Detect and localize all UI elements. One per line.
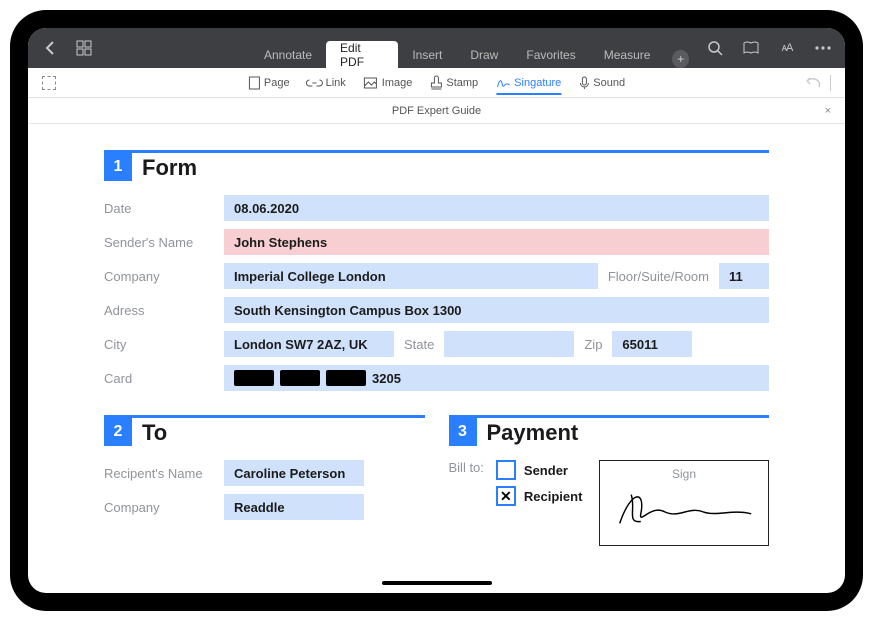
home-indicator[interactable] (382, 581, 492, 585)
tab-insert[interactable]: Insert (398, 42, 456, 68)
tool-label: Image (382, 77, 413, 89)
label-card: Card (104, 371, 224, 386)
field-sender[interactable]: John Stephens (224, 229, 769, 255)
card-mask (234, 370, 274, 386)
close-icon[interactable]: × (825, 105, 831, 117)
search-icon[interactable] (707, 40, 723, 56)
label-city: City (104, 337, 224, 352)
reader-icon[interactable] (743, 40, 759, 56)
more-icon[interactable] (815, 40, 831, 56)
section-number: 2 (104, 418, 132, 446)
tool-link[interactable]: Link (308, 77, 346, 89)
label-recipient-name: Recipent's Name (104, 466, 224, 481)
tab-favorites[interactable]: Favorites (512, 42, 589, 68)
tool-label: Link (326, 77, 346, 89)
label-recipient-company: Company (104, 500, 224, 515)
tool-sound[interactable]: Sound (579, 76, 625, 90)
tab-measure[interactable]: Measure (590, 42, 665, 68)
card-last4: 3205 (372, 371, 401, 386)
tool-label: Sound (593, 77, 625, 89)
field-date[interactable]: 08.06.2020 (224, 195, 769, 221)
tool-label: Stamp (446, 77, 478, 89)
label-billto: Bill to: (449, 460, 484, 504)
section-to-header: 2 To (104, 415, 425, 446)
label-company: Company (104, 269, 224, 284)
tool-page[interactable]: Page (248, 76, 290, 90)
document-title: PDF Expert Guide (392, 105, 481, 117)
label-floor: Floor/Suite/Room (598, 269, 719, 284)
tool-label: Singature (514, 77, 561, 89)
back-icon[interactable] (42, 40, 58, 56)
section-payment-header: 3 Payment (449, 415, 770, 446)
field-company[interactable]: Imperial College London (224, 263, 598, 289)
checkbox-label-sender: Sender (524, 463, 568, 478)
tab-draw[interactable]: Draw (456, 42, 512, 68)
main-tabs: Annotate Edit PDF Insert Draw Favorites … (250, 28, 689, 68)
field-state[interactable] (444, 331, 574, 357)
signature-label: Sign (610, 467, 758, 481)
field-city[interactable]: London SW7 2AZ, UK (224, 331, 394, 357)
field-zip[interactable]: 65011 (612, 331, 692, 357)
text-size-icon[interactable]: ᴀA (779, 40, 795, 56)
signature-icon (610, 485, 758, 533)
section-number: 1 (104, 153, 132, 181)
tablet-frame: Annotate Edit PDF Insert Draw Favorites … (10, 10, 863, 611)
label-zip: Zip (574, 337, 612, 352)
checkbox-label-recipient: Recipient (524, 489, 583, 504)
tool-label: Page (264, 77, 290, 89)
tab-edit-pdf[interactable]: Edit PDF (326, 41, 398, 69)
section-form-header: 1 Form (104, 150, 769, 181)
checkbox-sender[interactable] (496, 460, 516, 480)
tab-annotate[interactable]: Annotate (250, 42, 326, 68)
label-address: Adress (104, 303, 224, 318)
label-date: Date (104, 201, 224, 216)
undo-icon[interactable] (804, 75, 820, 91)
field-recipient-name[interactable]: Caroline Peterson (224, 460, 364, 486)
card-mask (280, 370, 320, 386)
document-page: 1 Form Date 08.06.2020 Sender's Name Joh… (28, 124, 845, 593)
label-state: State (394, 337, 444, 352)
field-address[interactable]: South Kensington Campus Box 1300 (224, 297, 769, 323)
section-title: Form (132, 155, 197, 181)
field-floor[interactable]: 11 (719, 263, 769, 289)
field-recipient-company[interactable]: Readdle (224, 494, 364, 520)
screen: Annotate Edit PDF Insert Draw Favorites … (28, 28, 845, 593)
section-title: Payment (477, 420, 579, 446)
checkbox-recipient[interactable] (496, 486, 516, 506)
tool-image[interactable]: Image (364, 77, 413, 89)
document-tab: PDF Expert Guide × (28, 98, 845, 124)
tool-signature[interactable]: Singature (496, 77, 561, 95)
toolbar-divider (830, 75, 831, 91)
section-number: 3 (449, 418, 477, 446)
top-bar: Annotate Edit PDF Insert Draw Favorites … (28, 28, 845, 68)
label-sender: Sender's Name (104, 235, 224, 250)
signature-box[interactable]: Sign (599, 460, 769, 546)
thumbnails-icon[interactable] (76, 40, 92, 56)
field-card[interactable]: 3205 (224, 365, 769, 391)
section-title: To (132, 420, 167, 446)
tool-stamp[interactable]: Stamp (430, 76, 478, 90)
card-mask (326, 370, 366, 386)
selection-tool-icon[interactable] (42, 76, 56, 90)
edit-toolbar: Page Link Image Stamp Singature (28, 68, 845, 98)
add-tab-button[interactable]: + (672, 50, 689, 68)
